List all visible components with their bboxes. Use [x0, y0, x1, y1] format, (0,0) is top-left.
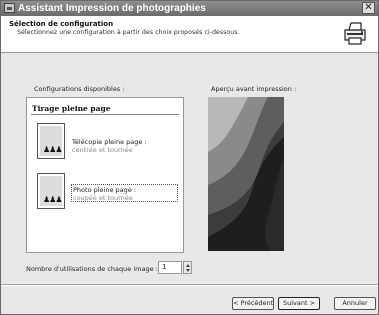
copies-stepper[interactable]: [183, 261, 192, 274]
preview-label: Aperçu avant impression :: [211, 85, 297, 93]
print-preview-image: [208, 97, 284, 251]
config-item-title[interactable]: Télécopie pleine page :: [72, 138, 147, 146]
printer-app-icon: [4, 3, 15, 13]
config-item-subtitle: centrée et tournée: [72, 146, 133, 154]
wizard-window: Assistant Impression de photographies ✕ …: [0, 0, 379, 315]
people-icon: ♟♟♟: [43, 195, 62, 204]
group-divider: [31, 114, 179, 115]
header-title: Sélection de configuration: [9, 20, 114, 28]
next-button[interactable]: Suivant >: [278, 297, 320, 310]
printer-icon: [344, 22, 366, 45]
group-title: Tirage pleine page: [32, 104, 111, 113]
config-thumbnail-fax[interactable]: ♟♟♟: [37, 123, 65, 159]
back-button[interactable]: < Précédent: [232, 297, 274, 310]
config-item-subtitle: coupée et tournée: [73, 194, 133, 202]
copies-input[interactable]: 1: [158, 261, 182, 274]
header-subtitle: Sélectionnez une configuration à partir …: [17, 29, 240, 36]
copies-label: Nombre d'utilisations de chaque image :: [26, 265, 158, 273]
config-thumbnail-photo[interactable]: ♟♟♟: [37, 173, 65, 209]
config-item-title[interactable]: Photo pleine page :: [73, 186, 136, 194]
cancel-button[interactable]: Annuler: [334, 297, 376, 310]
configurations-label: Configurations disponibles :: [34, 85, 125, 93]
people-icon: ♟♟♟: [43, 145, 62, 154]
wizard-header: Sélection de configuration Sélectionnez …: [1, 16, 378, 53]
footer-divider: [1, 284, 378, 286]
title-bar[interactable]: Assistant Impression de photographies ✕: [1, 1, 378, 16]
window-title: Assistant Impression de photographies: [18, 3, 206, 14]
close-button[interactable]: ✕: [362, 2, 375, 14]
